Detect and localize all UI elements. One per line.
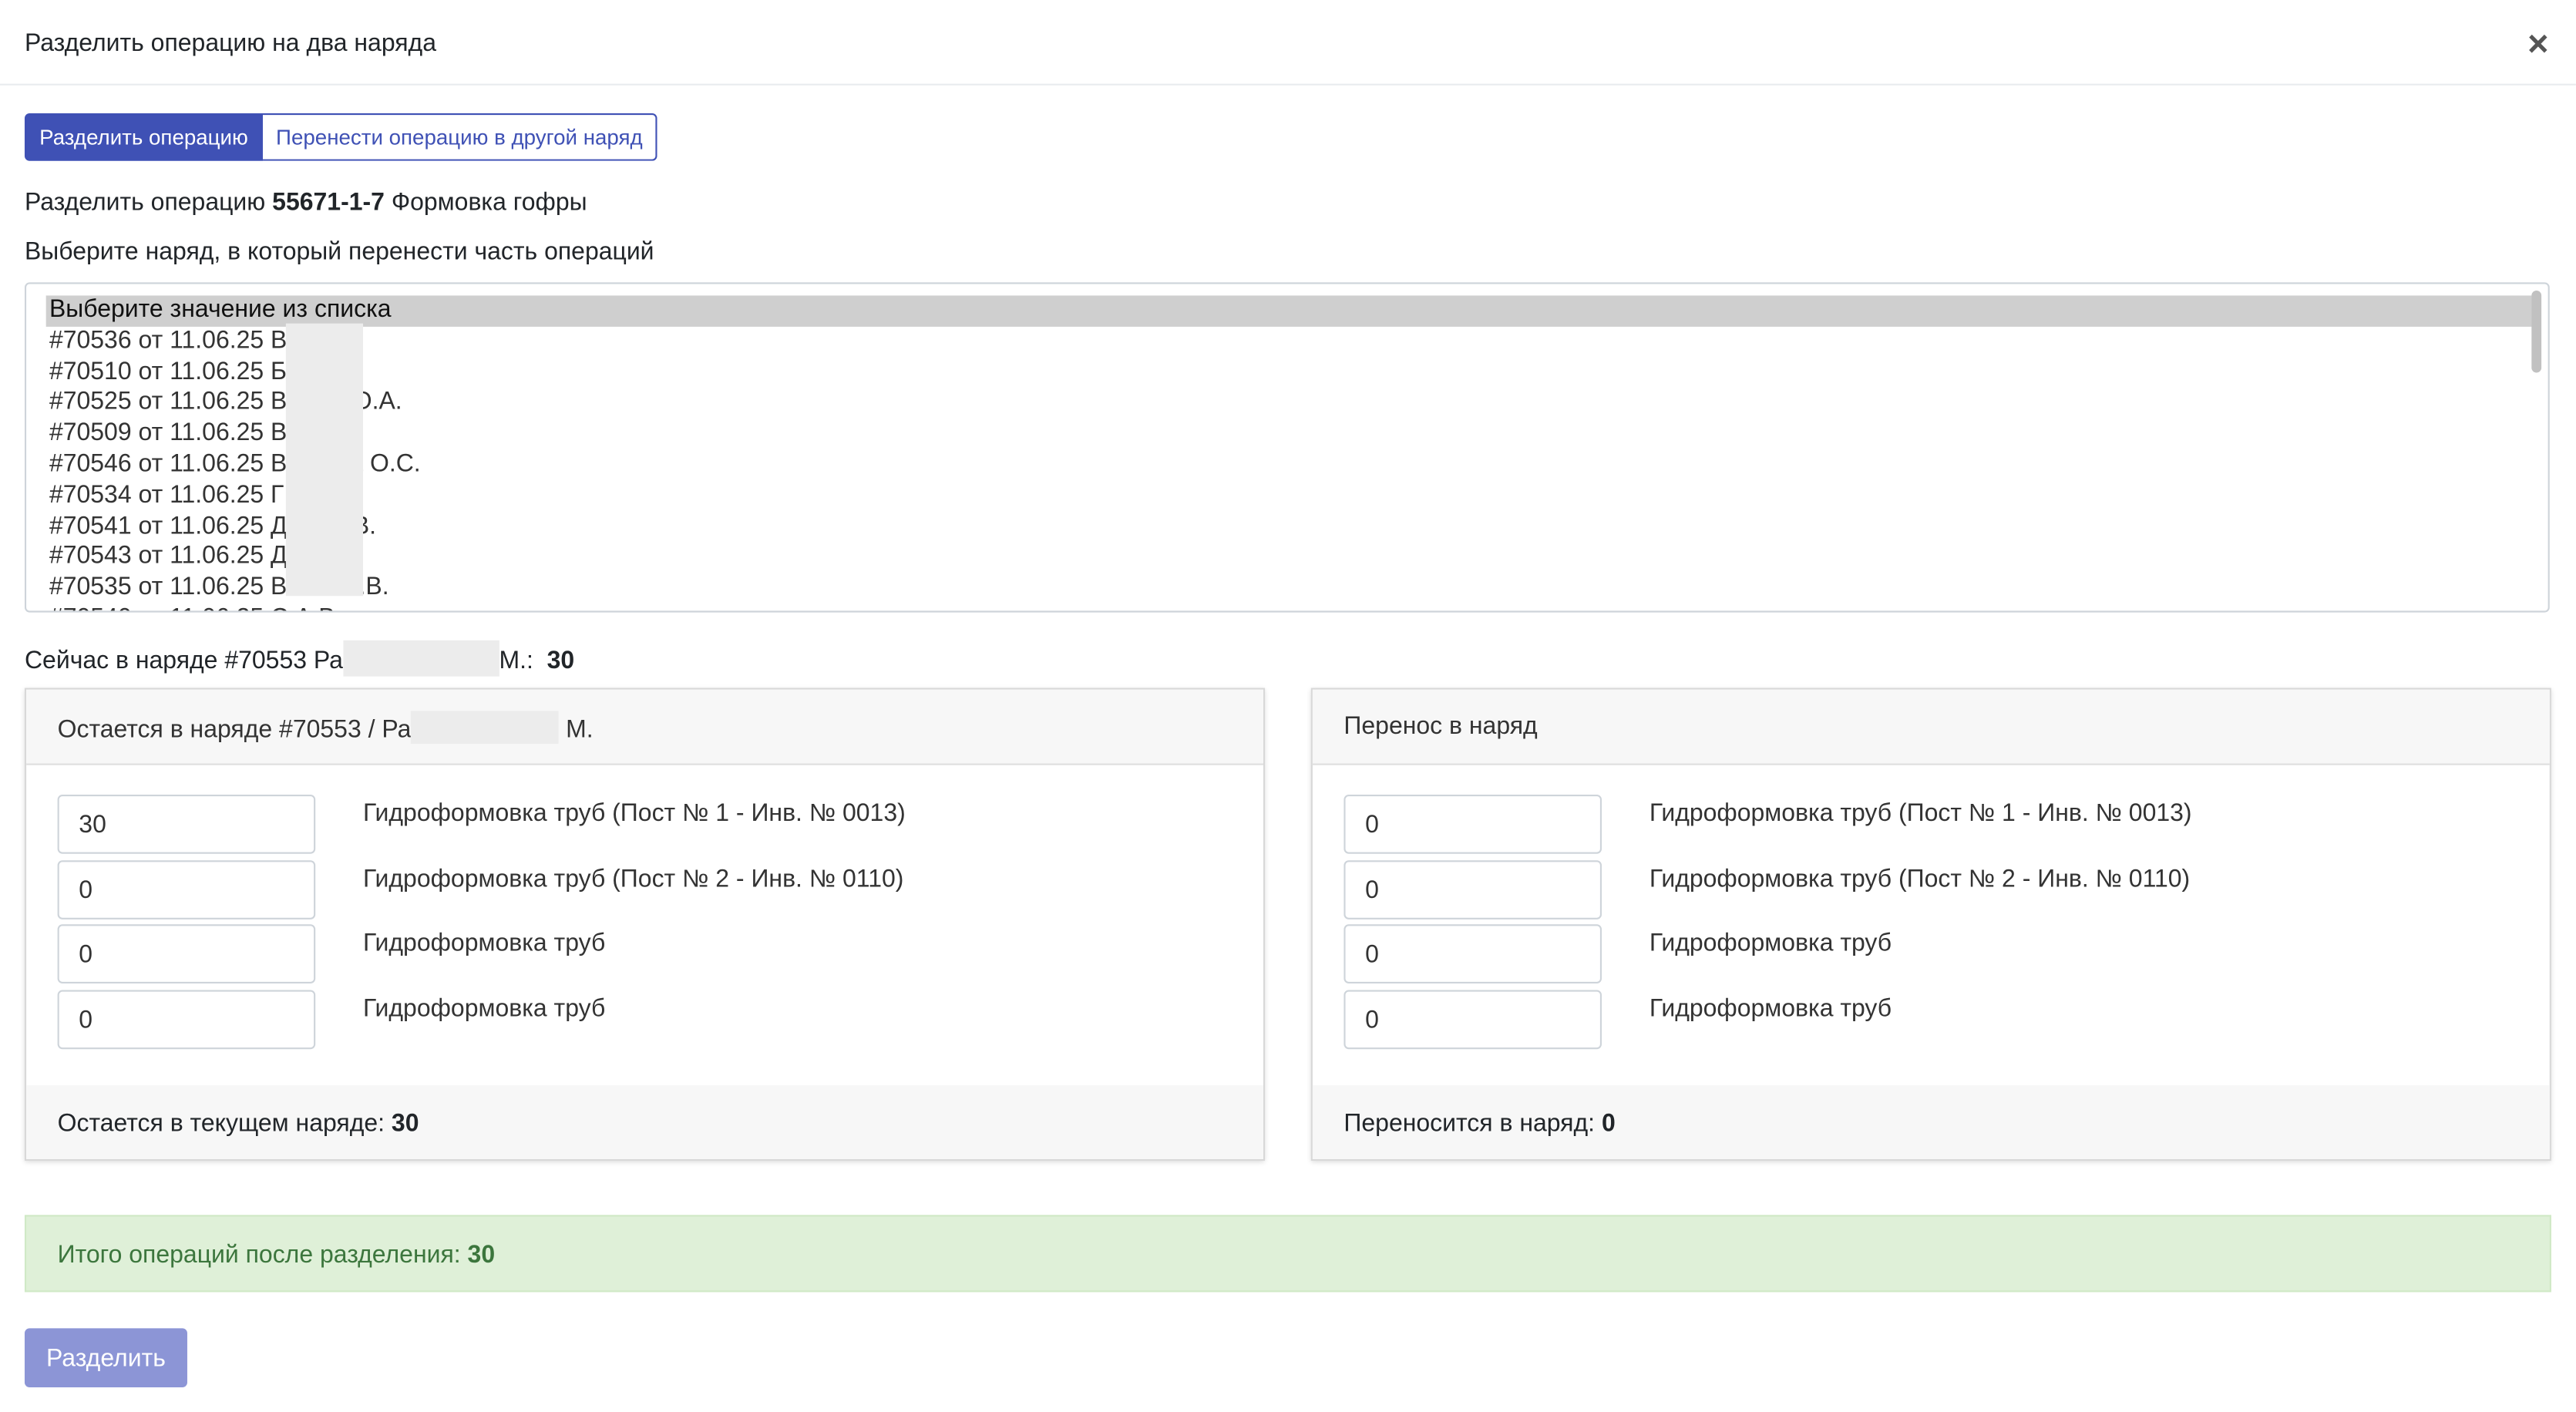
remaining-card-footer: Остается в текущем наряде: 30 [26, 1085, 1263, 1159]
transfer-qty-input[interactable] [1343, 990, 1602, 1050]
transfer-card-footer: Переносится в наряд: 0 [1312, 1085, 2550, 1159]
remaining-card: Остается в наряде #70553 / Ра М. Гидрофо… [24, 688, 1266, 1162]
list-option[interactable]: #70536 от 11.06.25 В н С.В. [46, 326, 2535, 357]
summary-value: 30 [467, 1241, 496, 1269]
transfer-qty-input[interactable] [1343, 924, 1602, 983]
remaining-card-title: Остается в наряде #70553 / Ра М. [58, 711, 594, 747]
mode-tabs: Разделить операцию Перенести операцию в … [24, 113, 657, 161]
list-option[interactable]: #70535 от 11.06.25 В нов П.В. [46, 573, 2535, 604]
remaining-qty-input[interactable] [57, 990, 316, 1050]
current-order-value: 30 [546, 647, 575, 675]
transfer-card: Перенос в наряд Гидроформовка труб (Пост… [1310, 688, 2551, 1162]
operation-prefix: Разделить операцию [24, 188, 266, 217]
summary-alert: Итого операций после разделения: 30 [24, 1215, 2551, 1293]
remaining-row-label: Гидроформовка труб [363, 994, 606, 1024]
remaining-card-header: Остается в наряде #70553 / Ра М. [26, 689, 1263, 765]
redaction-block [342, 640, 499, 677]
list-option[interactable]: #70543 от 11.06.25 Д С. [46, 543, 2535, 573]
order-options: Выберите значение из списка #70536 от 11… [45, 295, 2535, 611]
scrollbar-thumb[interactable] [2531, 291, 2542, 373]
transfer-total: Переносится в наряд: 0 [1343, 1108, 1615, 1141]
tab-split-operation[interactable]: Разделить операцию [24, 113, 264, 161]
operation-description: Разделить операцию 55671-1-7 Формовка го… [25, 187, 587, 220]
transfer-total-value: 0 [1601, 1110, 1616, 1138]
remaining-total-label: Остается в текущем наряде: [57, 1110, 385, 1138]
transfer-row-label: Гидроформовка труб [1649, 994, 1892, 1024]
list-option-placeholder[interactable]: Выберите значение из списка [45, 295, 2535, 327]
list-option[interactable]: #70546 от 11.06.25 В илина О.С. [46, 450, 2535, 481]
transfer-row-label: Гидроформовка труб (Пост № 1 - Инв. № 00… [1649, 799, 2192, 828]
remaining-title-prefix: Остается в наряде #70553 / Ра [57, 715, 412, 744]
order-listbox[interactable]: Выберите значение из списка #70536 от 11… [24, 282, 2550, 613]
list-option[interactable]: #70510 от 11.06.25 Б В.А. [46, 358, 2535, 388]
summary-label: Итого операций после разделения: [57, 1241, 461, 1269]
transfer-qty-input[interactable] [1343, 795, 1602, 854]
select-order-prompt: Выберите наряд, в который перенести част… [24, 237, 654, 267]
transfer-card-header: Перенос в наряд [1312, 689, 2550, 765]
transfer-row-label: Гидроформовка труб [1649, 929, 1892, 957]
list-option[interactable]: #70534 от 11.06.25 Г .А. [46, 481, 2535, 512]
redaction-block [285, 323, 364, 597]
summary-text: Итого операций после разделения: 30 [58, 1239, 496, 1272]
remaining-total: Остается в текущем наряде: 30 [58, 1108, 419, 1141]
modal-title: Разделить операцию на два наряда [24, 29, 436, 58]
operation-code: 55671-1-7 [272, 188, 385, 217]
current-order-line: Сейчас в наряде #70553 Ра М.: 30 [25, 640, 574, 678]
current-order-prefix: Сейчас в наряде #70553 Ра [24, 647, 343, 675]
close-icon[interactable]: × [2517, 23, 2559, 66]
list-option[interactable]: #70540 от 11.06.25 С А.В. [46, 604, 2535, 611]
tab-move-operation[interactable]: Перенести операцию в другой наряд [263, 113, 657, 161]
remaining-qty-input[interactable] [57, 860, 316, 919]
list-option[interactable]: #70509 от 11.06.25 В В.В. [46, 419, 2535, 450]
list-option[interactable]: #70541 от 11.06.25 Д ин И.В. [46, 512, 2535, 543]
list-option[interactable]: #70525 от 11.06.25 В енко О.А. [46, 388, 2535, 419]
listbox-scrollbar[interactable] [2528, 287, 2544, 607]
remaining-row-label: Гидроформовка труб (Пост № 2 - Инв. № 01… [363, 865, 904, 893]
remaining-title-suffix: М. [566, 715, 594, 744]
redaction-block [411, 711, 560, 744]
transfer-card-title: Перенос в наряд [1343, 712, 1538, 741]
remaining-row-label: Гидроформовка труб [363, 929, 606, 957]
transfer-row-label: Гидроформовка труб (Пост № 2 - Инв. № 01… [1649, 865, 2191, 893]
operation-name: Формовка гофры [391, 188, 587, 217]
transfer-qty-input[interactable] [1343, 860, 1602, 919]
remaining-qty-input[interactable] [57, 795, 316, 854]
transfer-total-label: Переносится в наряд: [1343, 1110, 1596, 1138]
modal-header: Разделить операцию на два наряда × [0, 0, 2576, 86]
split-operation-modal: Разделить операцию на два наряда × Разде… [0, 0, 2576, 1412]
remaining-total-value: 30 [391, 1110, 419, 1138]
split-button[interactable]: Разделить [24, 1328, 187, 1388]
remaining-row-label: Гидроформовка труб (Пост № 1 - Инв. № 00… [363, 799, 906, 828]
current-order-suffix: М.: [499, 647, 533, 675]
remaining-qty-input[interactable] [57, 924, 316, 983]
